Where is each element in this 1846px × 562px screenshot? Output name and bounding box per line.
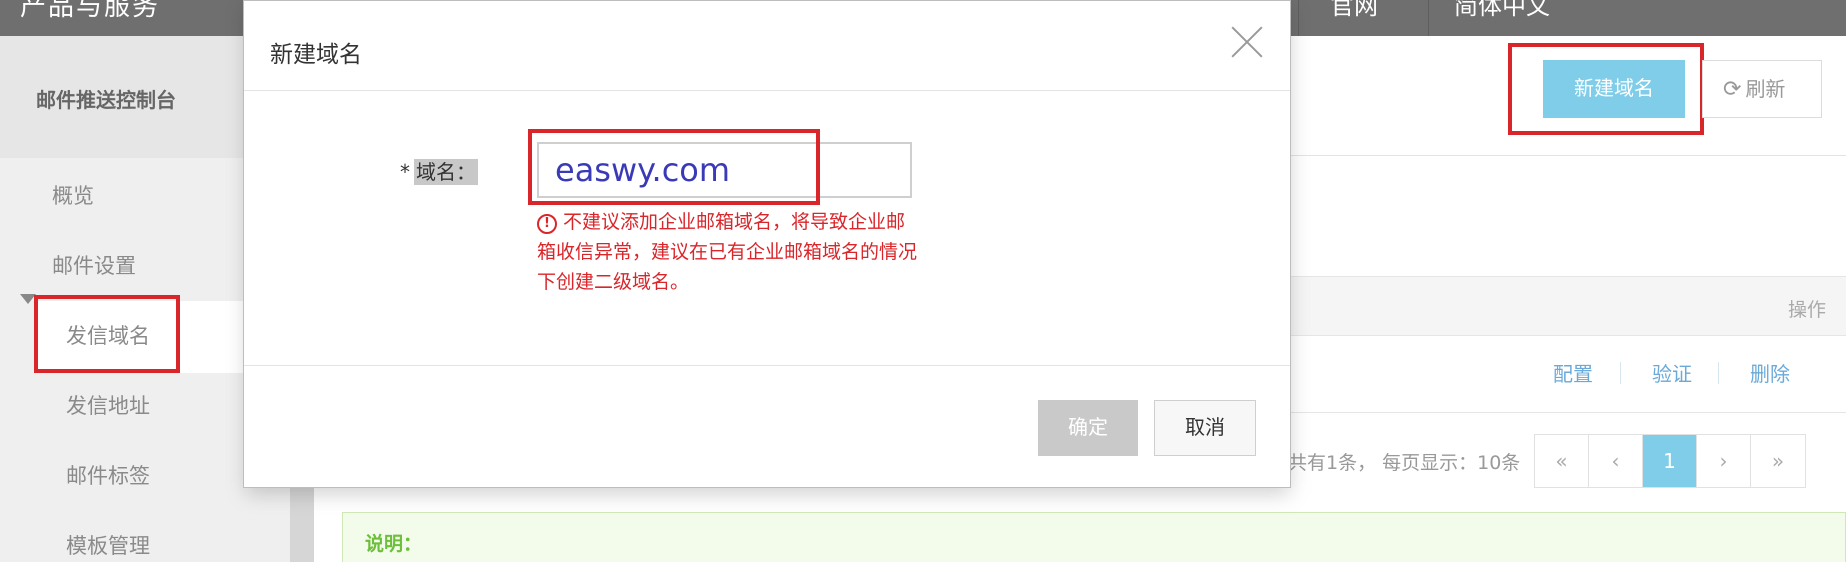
- products-menu[interactable]: 产品与服务: [20, 0, 160, 23]
- domain-field-label: * 域名：: [400, 156, 478, 185]
- dialog-header: 新建域名: [244, 1, 1290, 91]
- confirm-button[interactable]: 确定: [1038, 400, 1138, 456]
- last-page-button[interactable]: »: [1751, 435, 1805, 487]
- delete-link[interactable]: 删除: [1750, 358, 1790, 387]
- dialog-footer-divider: [244, 365, 1290, 366]
- refresh-button[interactable]: ⟳ 刷新: [1702, 60, 1822, 118]
- dialog-title: 新建域名: [270, 42, 362, 68]
- close-icon[interactable]: [1230, 25, 1264, 59]
- page-button-current[interactable]: 1: [1643, 435, 1697, 487]
- verify-link[interactable]: 验证: [1652, 358, 1692, 387]
- prev-page-button[interactable]: ‹: [1589, 435, 1643, 487]
- pagination: « ‹ 1 › »: [1534, 434, 1806, 488]
- refresh-label: 刷新: [1745, 77, 1786, 101]
- warning-icon: !: [537, 214, 557, 234]
- sidebar-item-mail-settings[interactable]: 邮件设置: [52, 250, 136, 280]
- sidebar-item-mail-tags[interactable]: 邮件标签: [66, 460, 150, 490]
- configure-link[interactable]: 配置: [1553, 358, 1593, 387]
- domain-label-text: 域名：: [414, 159, 478, 185]
- nav-divider: [1428, 0, 1429, 36]
- nav-item-language[interactable]: 简体中文: [1454, 0, 1550, 21]
- highlight-box-sidebar: [34, 295, 180, 373]
- highlight-box-new-domain: [1508, 43, 1704, 135]
- sidebar-item-sending-addresses[interactable]: 发信地址: [66, 390, 150, 420]
- pagination-info: 共有1条， 每页显示：10条: [1288, 452, 1521, 474]
- first-page-button[interactable]: «: [1535, 435, 1589, 487]
- highlight-box-domain-input: [528, 129, 820, 205]
- note-title: 说明：: [365, 533, 423, 555]
- sidebar-title: 邮件推送控制台: [36, 88, 176, 112]
- required-mark: *: [400, 160, 410, 184]
- next-page-button[interactable]: ›: [1697, 435, 1751, 487]
- refresh-icon: ⟳: [1723, 77, 1742, 102]
- info-note: 说明：: [342, 512, 1846, 562]
- actions-column-header: 操作: [1787, 299, 1826, 321]
- new-domain-dialog: 新建域名 *域名： !不建议添加企业邮箱域名，将导致企业邮箱收信异常，建议在已有…: [243, 0, 1291, 488]
- action-divider: [1620, 362, 1621, 384]
- sidebar-item-templates[interactable]: 模板管理: [66, 530, 150, 560]
- nav-divider: [1298, 0, 1299, 36]
- sidebar-item-overview[interactable]: 概览: [52, 180, 94, 210]
- domain-warning: ! 不建议添加企业邮箱域名，将导致企业邮箱收信异常，建议在已有企业邮箱域名的情况下…: [537, 207, 917, 297]
- cancel-button[interactable]: 取消: [1154, 400, 1256, 456]
- nav-item-website[interactable]: 官网: [1330, 0, 1378, 21]
- action-divider: [1718, 362, 1719, 384]
- warning-text: 不建议添加企业邮箱域名，将导致企业邮箱收信异常，建议在已有企业邮箱域名的情况下创…: [537, 211, 918, 293]
